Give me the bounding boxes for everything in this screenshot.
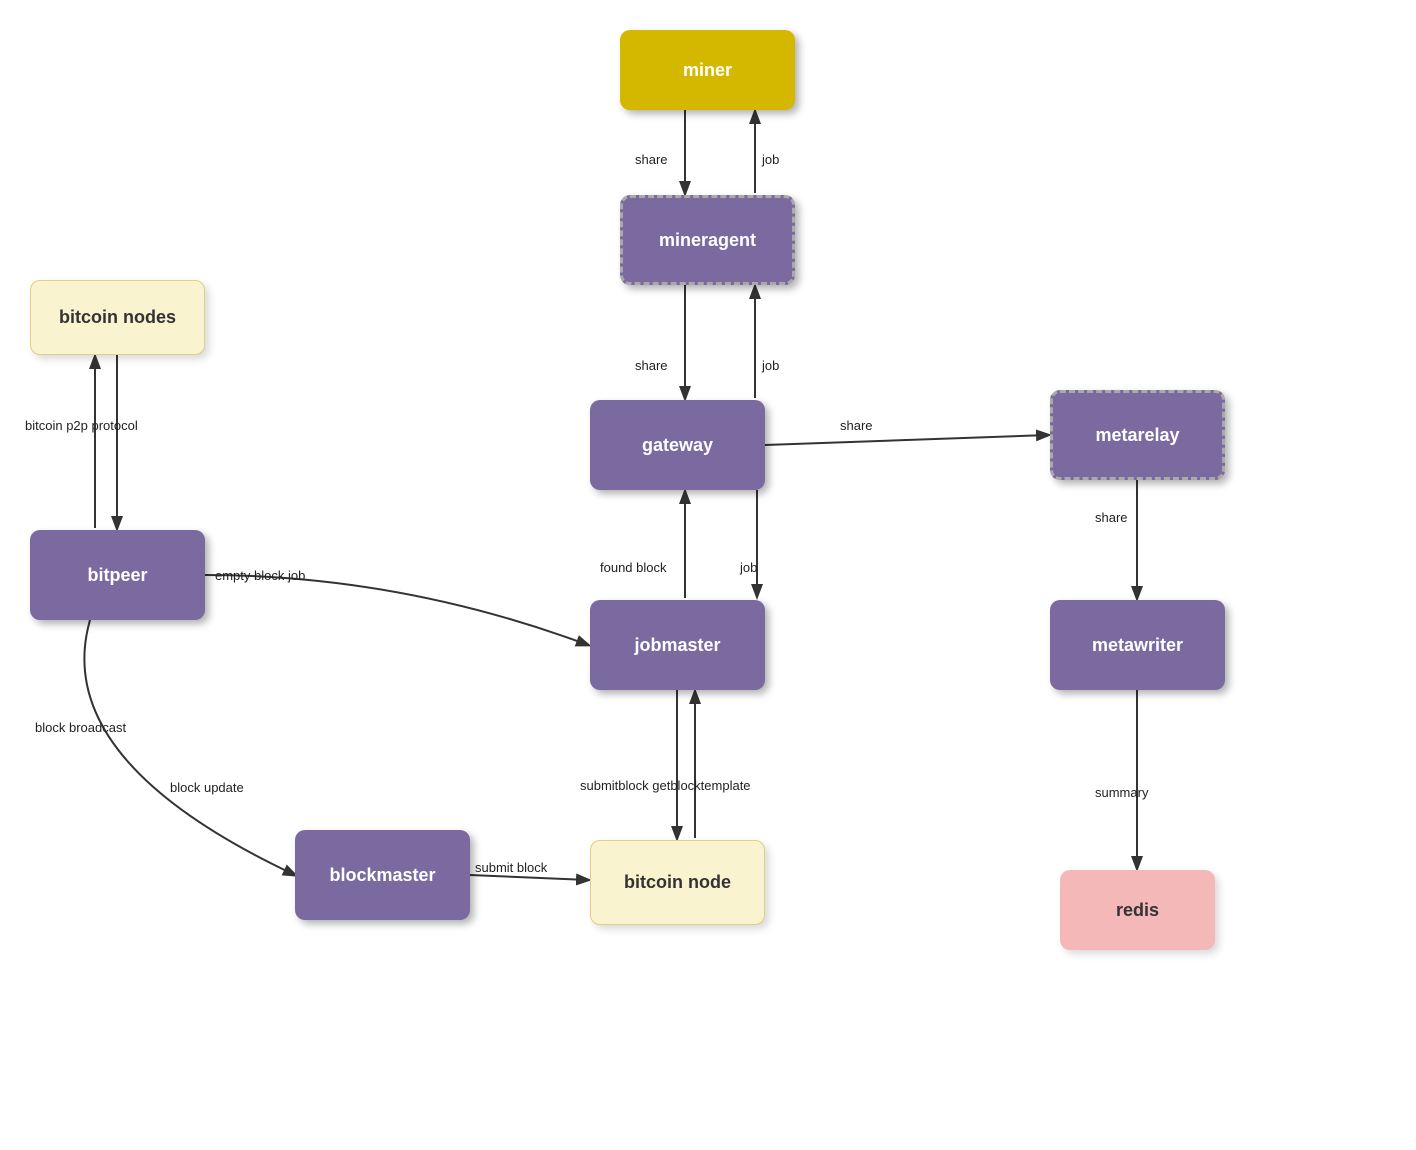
arrows-svg — [0, 0, 1416, 1150]
redis-node: redis — [1060, 870, 1215, 950]
empty-block-job-label: empty block job — [215, 568, 305, 583]
miner-node: miner — [620, 30, 795, 110]
job-top-label: job — [762, 152, 779, 167]
bitpeer-label: bitpeer — [87, 565, 147, 586]
share-meta-label: share — [1095, 510, 1128, 525]
job-mid-label: job — [762, 358, 779, 373]
jobmaster-label: jobmaster — [634, 635, 720, 656]
mineragent-label: mineragent — [659, 230, 756, 251]
found-block-label: found block — [600, 560, 667, 575]
miner-label: miner — [683, 60, 732, 81]
bitcoin-nodes-node: bitcoin nodes — [30, 280, 205, 355]
bitcoin-node-node: bitcoin node — [590, 840, 765, 925]
blockmaster-label: blockmaster — [329, 865, 435, 886]
bitcoin-p2p-label: bitcoin p2p protocol — [25, 418, 138, 433]
bitcoin-nodes-label: bitcoin nodes — [59, 307, 176, 328]
summary-label: summary — [1095, 785, 1148, 800]
metawriter-node: metawriter — [1050, 600, 1225, 690]
bitpeer-node: bitpeer — [30, 530, 205, 620]
redis-label: redis — [1116, 900, 1159, 921]
submitblock-label: submitblock getblocktemplate — [580, 778, 751, 793]
metarelay-node: metarelay — [1050, 390, 1225, 480]
share-mid-label: share — [635, 358, 668, 373]
gateway-label: gateway — [642, 435, 713, 456]
blockmaster-node: blockmaster — [295, 830, 470, 920]
share-top-label: share — [635, 152, 668, 167]
metawriter-label: metawriter — [1092, 635, 1183, 656]
jobmaster-node: jobmaster — [590, 600, 765, 690]
bitcoin-node-label: bitcoin node — [624, 872, 731, 893]
block-update-label: block update — [170, 780, 244, 795]
metarelay-label: metarelay — [1095, 425, 1179, 446]
diagram: miner mineragent gateway metarelay bitco… — [0, 0, 1416, 1150]
gateway-node: gateway — [590, 400, 765, 490]
mineragent-node: mineragent — [620, 195, 795, 285]
share-right-label: share — [840, 418, 873, 433]
submit-block-label: submit block — [475, 860, 547, 875]
job-gw-label: job — [740, 560, 757, 575]
block-broadcast-left-label: block broadcast — [35, 720, 126, 735]
